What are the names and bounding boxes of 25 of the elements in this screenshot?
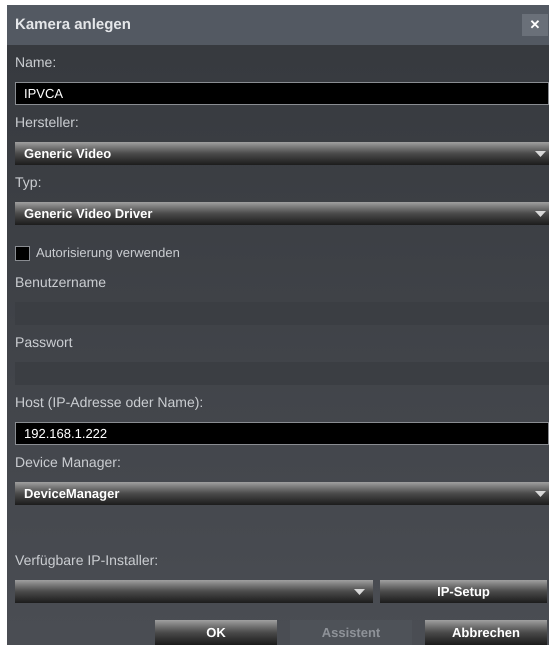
input-field[interactable]: IPVCA — [15, 82, 549, 105]
field-label: Benutzername — [15, 273, 106, 292]
field-label: Passwort — [15, 333, 73, 352]
field-label: Hersteller: — [15, 113, 79, 132]
field-label: Typ: — [15, 173, 42, 192]
dialog-button[interactable]: OK — [155, 620, 277, 645]
dropdown[interactable]: DeviceManager — [15, 482, 549, 505]
checkbox-label: Autorisierung verwenden — [36, 244, 180, 262]
field-label: Host (IP-Adresse oder Name): — [15, 393, 204, 412]
field-label: Name: — [15, 53, 56, 72]
dropdown-arrow-icon — [535, 490, 546, 496]
dropdown-arrow-icon — [535, 150, 546, 156]
close-button[interactable]: ✕ — [522, 14, 548, 36]
dropdown[interactable]: Generic Video — [15, 142, 549, 165]
dropdown[interactable] — [15, 580, 373, 603]
checkbox[interactable] — [15, 246, 30, 260]
dropdown-arrow-icon — [535, 210, 546, 216]
ip-setup-button[interactable]: IP-Setup — [380, 580, 547, 603]
dialog-button[interactable]: Abbrechen — [425, 620, 547, 645]
input-field[interactable]: 192.168.1.222 — [15, 422, 549, 445]
field-label: Verfügbare IP-Installer: — [15, 551, 158, 570]
dropdown-arrow-icon — [354, 588, 365, 594]
window-title: Kamera anlegen — [15, 14, 131, 35]
dropdown[interactable]: Generic Video Driver — [15, 202, 549, 225]
field-label: Device Manager: — [15, 453, 121, 472]
